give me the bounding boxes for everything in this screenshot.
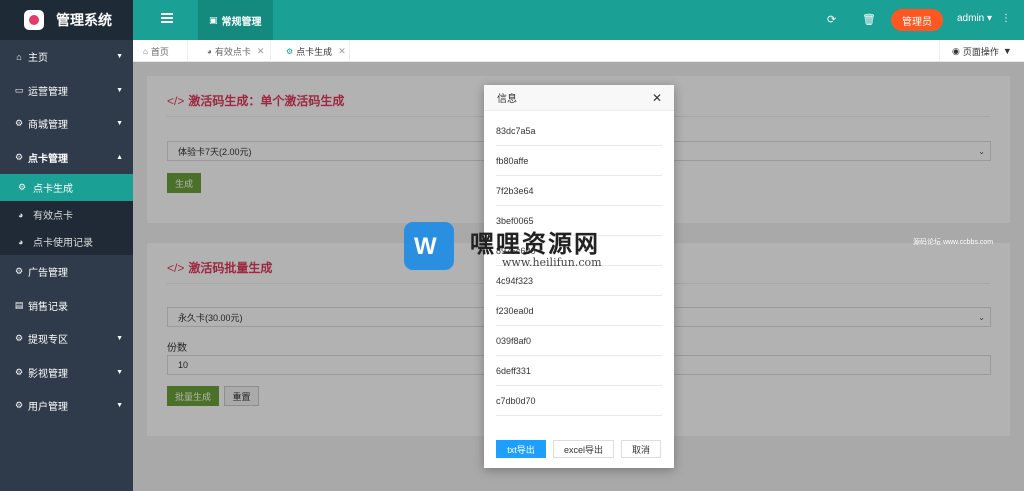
caret-down-icon: ▾ [987, 13, 993, 24]
caret-up-icon: ▲ [116, 153, 123, 161]
app-title: 管理系统 [56, 12, 112, 28]
header-tab-general[interactable]: ▣ 常规管理 [198, 0, 273, 40]
sidebar-item-mall[interactable]: ⚙ 商城管理 ▼ [0, 107, 133, 141]
txt-export-button[interactable]: txt导出 [496, 440, 546, 458]
list-item: 6deff331 [496, 356, 662, 386]
list-item: 83dc7a5a [496, 116, 662, 146]
gauge-icon: ◕ [18, 209, 24, 220]
info-dialog: 信息 ✕ 83dc7a5a fb80affe 7f2b3e64 3bef0065… [484, 85, 674, 468]
sidebar-subitem-label: 点卡使用记录 [33, 238, 93, 249]
document-icon: ▤ [14, 299, 24, 310]
gears-icon: ⚙ [14, 366, 24, 377]
sidebar-item-label: 商城管理 [28, 120, 68, 132]
watermark-title: 嘿哩资源网 [470, 231, 600, 258]
sidebar-item-card[interactable]: ⚙ 点卡管理 ▲ [0, 141, 133, 175]
sidebar-item-users[interactable]: ⚙ 用户管理 ▼ [0, 389, 133, 423]
sidebar-item-home[interactable]: ⌂ 主页 ▼ [0, 40, 133, 74]
home-icon: ⌂ [143, 46, 148, 56]
sidebar-item-label: 影视管理 [28, 368, 68, 380]
tab-valid-cards[interactable]: ◕ 有效点卡 ✕ [197, 40, 271, 62]
tab-label: 点卡生成 [296, 46, 333, 57]
sidebar-subitem-valid-cards[interactable]: ◕ 有效点卡 [0, 201, 133, 228]
sidebar-item-label: 提现专区 [28, 335, 68, 347]
page-ops-label: 页面操作 [962, 46, 999, 57]
refresh-icon[interactable]: ⟳ [827, 13, 836, 26]
dialog-title: 信息 [497, 94, 517, 105]
card-submenu: ⚙ 点卡生成 ◕ 有效点卡 ◕ 点卡使用记录 [0, 174, 133, 255]
sidebar-item-label: 广告管理 [28, 268, 68, 280]
list-item: fb80affe [496, 146, 662, 176]
user-menu[interactable]: admin ▾ [957, 13, 992, 24]
sidebar-subitem-label: 点卡生成 [33, 184, 73, 195]
caret-down-icon: ▼ [116, 335, 123, 343]
list-item: f230ea0d [496, 296, 662, 326]
gears-icon: ⚙ [18, 182, 27, 192]
dialog-footer: txt导出 excel导出 取消 [484, 440, 674, 458]
app-logo-icon [24, 10, 44, 30]
window-icon: ▭ [14, 84, 24, 95]
home-icon: ⌂ [16, 51, 22, 62]
list-item: c7db0d70 [496, 386, 662, 416]
target-icon: ◉ [952, 45, 960, 56]
tab-card-generate[interactable]: ⚙ 点卡生成 ✕ [276, 40, 350, 62]
caret-down-icon: ▼ [1002, 46, 1012, 56]
gears-icon: ⚙ [14, 266, 24, 277]
gauge-icon: ◕ [18, 236, 24, 247]
page-tabs-bar: ⌂ 首页 ◕ 有效点卡 ✕ ⚙ 点卡生成 ✕ ◉ 页面操作 ▼ [133, 40, 1024, 62]
gears-icon: ⚙ [286, 46, 294, 56]
sidebar-item-label: 销售记录 [28, 301, 68, 313]
dialog-header: 信息 ✕ [484, 85, 674, 111]
list-item: 039f8af0 [496, 326, 662, 356]
close-icon[interactable]: ✕ [257, 46, 265, 57]
user-card-icon: ▣ [209, 14, 218, 25]
sidebar-item-label: 用户管理 [28, 402, 68, 414]
trash-icon[interactable]: 🗑 [862, 13, 876, 26]
sidebar-item-label: 点卡管理 [28, 153, 68, 165]
caret-down-icon: ▼ [116, 53, 123, 61]
sidebar-item-withdraw[interactable]: ⚙ 提现专区 ▼ [0, 322, 133, 356]
sidebar-item-label: 运营管理 [28, 86, 68, 98]
gears-icon: ⚙ [14, 118, 24, 129]
close-icon[interactable]: ✕ [652, 91, 662, 105]
sidebar-subitem-label: 有效点卡 [33, 211, 73, 222]
logo-area: 管理系统 [0, 0, 133, 40]
sidebar-item-operations[interactable]: ▭ 运营管理 ▼ [0, 74, 133, 108]
role-button[interactable]: 管理员 [891, 9, 943, 31]
gears-icon: ⚙ [14, 151, 24, 162]
more-vertical-icon[interactable]: ⋮ [1001, 13, 1011, 24]
watermark-side-text: 源码论坛 www.ccbbs.com [913, 239, 994, 246]
watermark: 嘿哩资源网 www.heilifun.com [404, 220, 614, 272]
gears-icon: ⚙ [14, 400, 24, 411]
caret-down-icon: ▼ [116, 120, 123, 128]
caret-down-icon: ▼ [116, 368, 123, 376]
tab-label: 有效点卡 [214, 46, 251, 57]
sidebar-subitem-card-usage[interactable]: ◕ 点卡使用记录 [0, 228, 133, 255]
page-operations-button[interactable]: ◉ 页面操作 ▼ [939, 40, 1024, 62]
caret-down-icon: ▼ [116, 86, 123, 94]
caret-down-icon: ▼ [116, 402, 123, 410]
tab-home[interactable]: ⌂ 首页 [133, 40, 188, 62]
gauge-icon: ◕ [207, 46, 212, 56]
user-name: admin [957, 13, 985, 24]
sidebar-item-sales[interactable]: ▤ 销售记录 [0, 289, 133, 323]
list-item: 7f2b3e64 [496, 176, 662, 206]
sidebar-item-video[interactable]: ⚙ 影视管理 ▼ [0, 356, 133, 390]
sidebar-item-ads[interactable]: ⚙ 广告管理 [0, 255, 133, 289]
excel-export-button[interactable]: excel导出 [553, 440, 614, 458]
sidebar-subitem-card-generate[interactable]: ⚙ 点卡生成 [0, 174, 133, 201]
tab-label: 首页 [150, 46, 169, 57]
sidebar: 管理系统 ⌂ 主页 ▼ ▭ 运营管理 ▼ ⚙ 商城管理 ▼ ⚙ 点卡管理 ▲ ⚙… [0, 0, 133, 491]
gears-icon: ⚙ [14, 333, 24, 344]
watermark-logo-icon [404, 222, 454, 270]
watermark-url: www.heilifun.com [502, 256, 602, 269]
header-tab-label: 常规管理 [221, 16, 262, 28]
sidebar-item-label: 主页 [28, 53, 48, 65]
cancel-button[interactable]: 取消 [621, 440, 661, 458]
close-icon[interactable]: ✕ [338, 46, 346, 57]
top-header: ▣ 常规管理 ⟳ 🗑 管理员 admin ▾ ⋮ [133, 0, 1024, 40]
menu-toggle-icon[interactable] [161, 13, 173, 25]
